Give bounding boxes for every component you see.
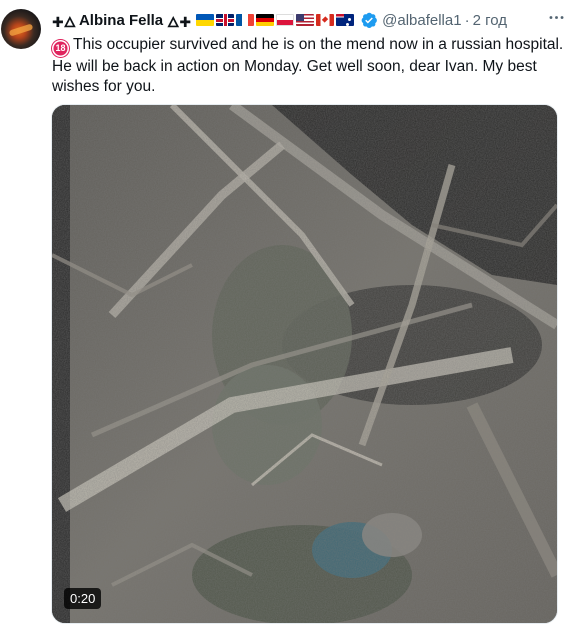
tweet-text: 18 This occupier survived and he is on th… (52, 35, 568, 97)
tweet-card[interactable]: ✚🜂 Albina Fella 🜂✚ @albafella1 · 2 год 1… (0, 0, 577, 627)
flag-poland-icon (276, 14, 295, 26)
author-name: Albina Fella (78, 11, 164, 29)
cross-triangle-symbols-icon: ✚🜂 (52, 13, 76, 30)
avatar[interactable] (1, 9, 41, 49)
flag-usa-icon (296, 14, 315, 26)
video-player[interactable]: 0:20 (51, 104, 558, 624)
flag-list (196, 14, 356, 26)
flag-uk-icon (216, 14, 235, 26)
more-options-button[interactable] (545, 6, 567, 28)
tweet-body: This occupier survived and he is on the … (52, 36, 564, 95)
more-dots-icon (549, 15, 563, 19)
triangle-cross-symbols-icon: 🜂✚ (167, 13, 192, 30)
author-handle[interactable]: @albafella1 (382, 12, 461, 29)
author-name-link[interactable]: ✚🜂 Albina Fella 🜂✚ (52, 6, 378, 35)
flag-france-icon (236, 14, 255, 26)
flag-canada-icon (316, 14, 335, 26)
adult-18-badge-icon: 18 (52, 39, 69, 57)
flag-germany-icon (256, 14, 275, 26)
separator-dot: · (464, 11, 470, 29)
tweet-timestamp[interactable]: 2 год (473, 12, 507, 29)
tweet-header: ✚🜂 Albina Fella 🜂✚ @albafella1 · 2 год (52, 10, 572, 30)
flag-ukraine-icon (196, 14, 215, 26)
video-duration-badge: 0:20 (64, 588, 102, 609)
verified-badge-icon (360, 11, 378, 29)
video-frame-image (52, 105, 557, 623)
flag-australia-icon (336, 14, 355, 26)
